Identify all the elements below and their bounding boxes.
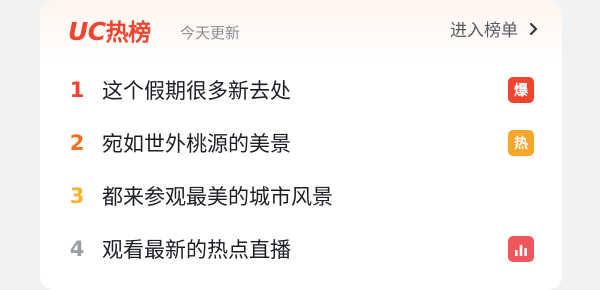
- chevron-right-icon: [529, 22, 538, 35]
- bar-chart-icon: [508, 236, 534, 262]
- uc-hot-list-logo: UC 热榜: [68, 13, 151, 47]
- list-item[interactable]: 4 观看最新的热点直播: [40, 223, 562, 275]
- brand-latin-text: UC: [68, 17, 106, 46]
- item-title: 这个假期很多新去处: [102, 79, 291, 103]
- item-title: 宛如世外桃源的美景: [102, 132, 291, 156]
- list-item[interactable]: 1 这个假期很多新去处 爆: [40, 64, 562, 116]
- rank-number: 4: [69, 237, 85, 261]
- rank-number: 1: [69, 78, 85, 102]
- list-item[interactable]: 2 宛如世外桃源的美景 热: [40, 117, 562, 169]
- rank-number: 3: [69, 184, 85, 208]
- explosive-badge: 爆: [508, 77, 534, 103]
- enter-list-link[interactable]: 进入榜单: [450, 16, 540, 41]
- item-title: 都来参观最美的城市风景: [102, 185, 333, 209]
- hot-list-card: UC 热榜 今天更新 进入榜单 1 这个假期很多新去处 爆 2 宛如世外桃源的美…: [40, 0, 562, 290]
- update-subtitle: 今天更新: [180, 24, 241, 42]
- rank-number: 2: [69, 131, 85, 155]
- card-header: UC 热榜 今天更新 进入榜单: [40, 0, 562, 60]
- item-title: 观看最新的热点直播: [102, 238, 291, 262]
- brand-cjk-text: 热榜: [105, 20, 152, 46]
- list-item[interactable]: 3 都来参观最美的城市风景: [40, 170, 562, 222]
- hot-badge: 热: [508, 130, 534, 156]
- enter-list-label: 进入榜单: [450, 21, 518, 41]
